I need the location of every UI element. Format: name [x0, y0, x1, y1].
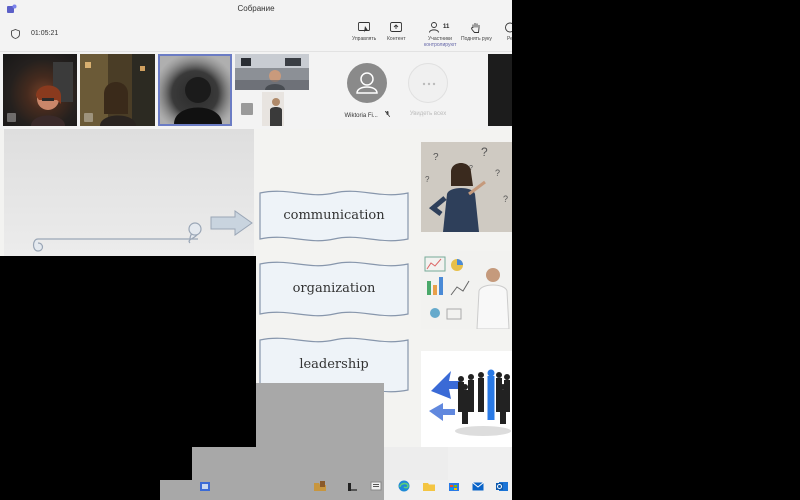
- video-strip: Wiktoria Fi... Увидеть всех: [0, 52, 512, 129]
- participant-video: [262, 92, 284, 126]
- manage-button[interactable]: Управлять: [352, 22, 376, 42]
- file-explorer-icon[interactable]: [199, 480, 211, 492]
- scroll-shape: [32, 222, 202, 252]
- participant-video-tile-partial[interactable]: [488, 54, 512, 126]
- people-icon: [429, 22, 439, 33]
- folder-icon[interactable]: [423, 480, 435, 492]
- view-all-label: Увидеть всех: [409, 111, 447, 117]
- participants-count: 11: [443, 24, 450, 30]
- participant-video-tile[interactable]: [3, 54, 77, 126]
- participant-video-tile-small[interactable]: [262, 92, 284, 126]
- manage-label: Управлять: [352, 36, 377, 42]
- raise-hand-button[interactable]: Поднять руку: [461, 22, 492, 42]
- more-label: Ре: [507, 36, 512, 42]
- banner-organization: organization: [258, 258, 410, 320]
- svg-text:?: ?: [495, 168, 500, 178]
- title-bar: Собрание: [0, 0, 512, 18]
- participant-video-tile[interactable]: [235, 54, 309, 90]
- screen-share-icon: [358, 22, 371, 33]
- explorer-folder-icon[interactable]: [314, 480, 326, 492]
- raise-hand-icon: [471, 23, 480, 33]
- gray-overlay-block: [192, 447, 256, 480]
- content-button[interactable]: Контент: [387, 22, 406, 42]
- store-icon[interactable]: [448, 480, 460, 492]
- photo-question-marks: ? ? ? ? ? ?: [421, 142, 512, 232]
- meeting-toolbar: 01:05:21 Управлять Контент 11 Участники …: [0, 18, 512, 52]
- share-content-icon: [390, 22, 403, 32]
- participant-video-tile-small[interactable]: [235, 92, 259, 126]
- screen: Собрание 01:05:21 Управлять Контент 11 У…: [0, 0, 800, 500]
- svg-text:?: ?: [503, 194, 508, 204]
- svg-text:?: ?: [481, 145, 488, 159]
- meeting-timer: 01:05:21: [31, 30, 59, 37]
- photo-leadership: [421, 351, 512, 447]
- participants-sublabel: контролируют: [424, 42, 457, 48]
- video-badge-icon: [241, 103, 253, 115]
- reactions-icon: [505, 22, 512, 33]
- mic-off-icon: [384, 110, 390, 118]
- svg-text:?: ?: [425, 175, 430, 184]
- raise-hand-label: Поднять руку: [461, 36, 492, 42]
- light-overlay-block: [384, 447, 448, 480]
- participant-video-tile[interactable]: [80, 54, 155, 126]
- banner-label: organization: [292, 281, 376, 296]
- person-avatar-icon: [347, 63, 387, 103]
- photo-charts: [421, 251, 512, 329]
- participant-name: Wiktoria Fi...: [335, 110, 399, 119]
- participants-button[interactable]: 11 Участники контролируют: [424, 22, 456, 48]
- more-button[interactable]: Ре: [504, 22, 512, 42]
- participant-avatar-tile[interactable]: Wiktoria Fi...: [335, 54, 399, 126]
- shield-icon: [11, 29, 20, 39]
- more-participants-icon: [408, 63, 448, 103]
- svg-text:?: ?: [433, 152, 439, 163]
- content-label: Контент: [387, 36, 406, 42]
- participant-video: [160, 56, 230, 124]
- participant-video: [235, 54, 309, 90]
- arrow-right-icon: [210, 210, 253, 236]
- teams-taskbar-icon[interactable]: [370, 480, 382, 492]
- edge-icon[interactable]: [398, 480, 410, 492]
- video-badge-icon: [84, 113, 93, 122]
- mail-icon[interactable]: [472, 480, 484, 492]
- banner-label: leadership: [299, 357, 369, 372]
- window-title: Собрание: [237, 4, 275, 13]
- banner-communication: communication: [258, 187, 410, 245]
- banner-label: communication: [283, 208, 385, 223]
- participant-video-tile-active[interactable]: [158, 54, 232, 126]
- terminal-icon[interactable]: [346, 480, 358, 492]
- gray-overlay-block: [256, 480, 288, 500]
- outlook-icon[interactable]: [496, 480, 508, 492]
- video-badge-icon: [7, 113, 16, 122]
- view-all-tile[interactable]: Увидеть всех: [396, 54, 460, 126]
